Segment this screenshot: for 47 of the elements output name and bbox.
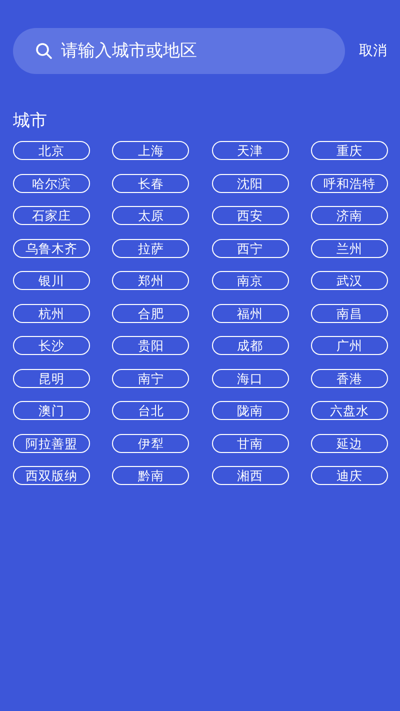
city-chip[interactable]: 台北 bbox=[112, 401, 190, 420]
city-chip[interactable]: 乌鲁木齐 bbox=[13, 238, 90, 258]
city-chip[interactable]: 天津 bbox=[212, 141, 289, 160]
city-chip[interactable]: 合肥 bbox=[112, 304, 190, 322]
city-chip[interactable]: 成都 bbox=[212, 336, 289, 355]
city-chip[interactable]: 银川 bbox=[13, 271, 90, 290]
city-chip[interactable]: 阿拉善盟 bbox=[13, 434, 90, 452]
city-chip[interactable]: 太原 bbox=[112, 206, 190, 225]
city-chip[interactable]: 南京 bbox=[212, 271, 289, 290]
city-chip[interactable]: 昆明 bbox=[13, 368, 90, 388]
city-chip[interactable]: 福州 bbox=[212, 304, 289, 322]
city-chip[interactable]: 沈阳 bbox=[212, 174, 289, 192]
city-chip[interactable]: 兰州 bbox=[310, 238, 388, 258]
city-chip[interactable]: 六盘水 bbox=[310, 401, 388, 420]
city-chip[interactable]: 石家庄 bbox=[13, 206, 90, 225]
city-chip[interactable]: 陇南 bbox=[212, 401, 289, 420]
city-chip[interactable]: 郑州 bbox=[112, 271, 190, 290]
city-chip[interactable]: 贵阳 bbox=[112, 336, 190, 355]
city-chip[interactable]: 哈尔滨 bbox=[13, 174, 90, 192]
city-chip[interactable]: 济南 bbox=[310, 206, 388, 225]
city-chip[interactable]: 湘西 bbox=[212, 466, 289, 485]
city-chip[interactable]: 长春 bbox=[112, 174, 190, 192]
city-chip[interactable]: 武汉 bbox=[310, 271, 388, 290]
cancel-button[interactable]: 取消 bbox=[359, 42, 387, 60]
city-chip[interactable]: 澳门 bbox=[13, 401, 90, 420]
city-chip[interactable]: 南宁 bbox=[112, 368, 190, 388]
city-chip[interactable]: 长沙 bbox=[13, 336, 90, 355]
city-chip[interactable]: 呼和浩特 bbox=[310, 174, 388, 192]
city-chip[interactable]: 西双版纳 bbox=[13, 466, 90, 485]
city-chip[interactable]: 重庆 bbox=[310, 141, 388, 160]
city-chip[interactable]: 香港 bbox=[310, 368, 388, 388]
city-chip[interactable]: 延边 bbox=[310, 434, 388, 452]
city-chip[interactable]: 黔南 bbox=[112, 466, 190, 485]
city-chip[interactable]: 南昌 bbox=[310, 304, 388, 322]
city-chip[interactable]: 广州 bbox=[310, 336, 388, 355]
city-chip[interactable]: 伊犁 bbox=[112, 434, 190, 452]
city-chip[interactable]: 西安 bbox=[212, 206, 289, 225]
section-title: 城市 bbox=[13, 110, 48, 132]
search-field[interactable]: 请输入城市或地区 bbox=[13, 28, 345, 74]
city-chip[interactable]: 甘南 bbox=[212, 434, 289, 452]
city-chip[interactable]: 海口 bbox=[212, 368, 289, 388]
city-chip[interactable]: 西宁 bbox=[212, 238, 289, 258]
city-chip[interactable]: 上海 bbox=[112, 141, 190, 160]
city-chip[interactable]: 北京 bbox=[13, 141, 90, 160]
city-chip[interactable]: 杭州 bbox=[13, 304, 90, 322]
city-chip[interactable]: 拉萨 bbox=[112, 238, 190, 258]
city-chip[interactable]: 迪庆 bbox=[310, 466, 388, 485]
